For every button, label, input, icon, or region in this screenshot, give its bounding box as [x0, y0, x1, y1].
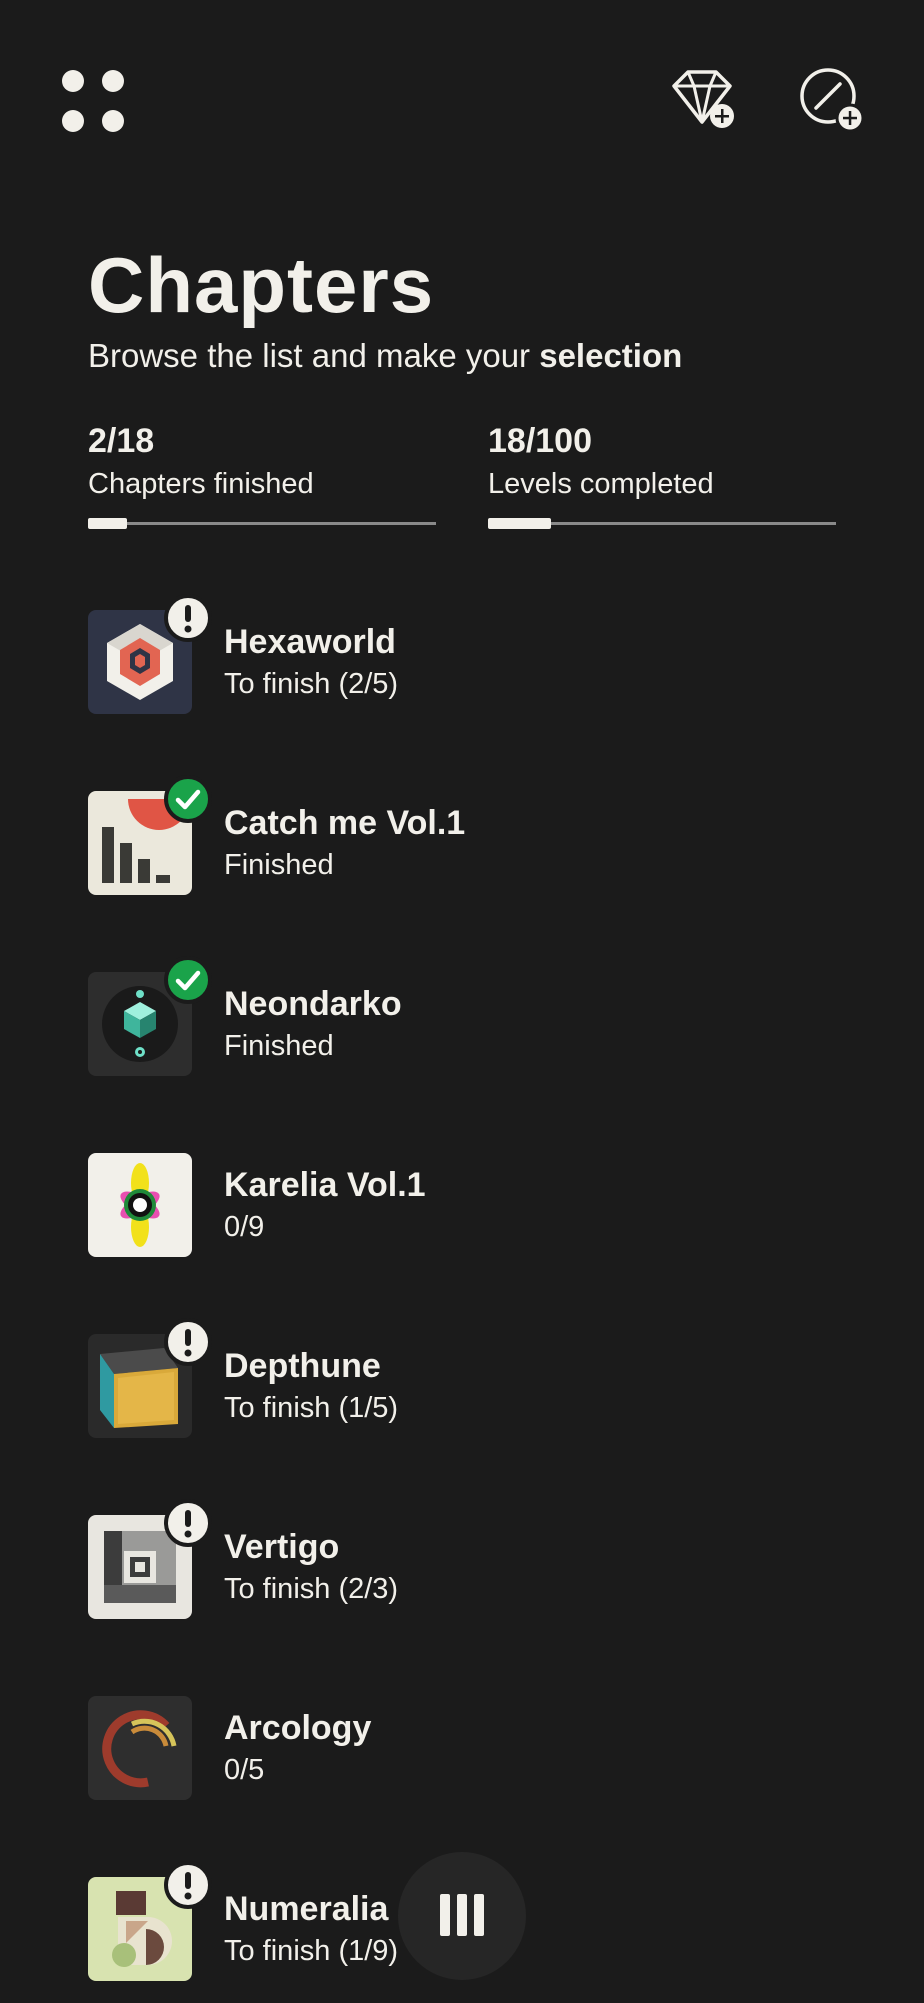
chapter-status: Finished — [224, 1030, 334, 1062]
attention-badge-icon — [164, 1861, 212, 1909]
compass-plus-icon — [800, 68, 865, 133]
page-title: Chapters — [88, 241, 435, 329]
menu-grid-button[interactable] — [56, 64, 130, 138]
levels-completed-stat: 18/100 Levels completed — [488, 420, 836, 529]
chapter-row-catch-me[interactable]: Catch me Vol.1 Finished — [0, 757, 924, 917]
arcs-icon — [88, 1696, 192, 1800]
chapter-name: Catch me Vol.1 — [224, 804, 466, 842]
levels-completed-label: Levels completed — [488, 468, 714, 500]
subtitle-emphasis: selection — [539, 337, 683, 374]
chapters-finished-value: 2/18 — [88, 422, 155, 460]
page-header: Chapters Browse the list and make your s… — [88, 240, 888, 378]
completed-check-icon — [164, 775, 212, 823]
menu-dot — [102, 70, 124, 92]
pause-bar — [440, 1894, 450, 1936]
top-bar — [0, 0, 924, 200]
chapter-name: Numeralia — [224, 1890, 389, 1928]
chapter-name: Karelia Vol.1 — [224, 1166, 426, 1204]
chapter-status: To finish (1/9) — [224, 1935, 399, 1967]
chapters-progress-fill — [88, 518, 127, 529]
pause-button[interactable] — [398, 1852, 526, 1980]
attention-badge-icon — [164, 1318, 212, 1366]
pause-bar — [457, 1894, 467, 1936]
chapter-status: To finish (2/5) — [224, 668, 399, 700]
chapter-name: Arcology — [224, 1709, 372, 1747]
menu-dot — [62, 110, 84, 132]
completed-check-icon — [164, 956, 212, 1004]
chapter-row-karelia[interactable]: Karelia Vol.1 0/9 — [0, 1119, 924, 1279]
flower-icon — [88, 1153, 192, 1257]
chapter-name: Vertigo — [224, 1528, 340, 1566]
chapter-row-hexaworld[interactable]: Hexaworld To finish (2/5) — [0, 576, 924, 736]
menu-dot — [62, 70, 84, 92]
chapters-finished-stat: 2/18 Chapters finished — [88, 420, 436, 529]
menu-dot — [102, 110, 124, 132]
page-subtitle: Browse the list and make your selection — [88, 334, 888, 378]
chapter-name: Neondarko — [224, 985, 402, 1023]
chapters-finished-label: Chapters finished — [88, 468, 314, 500]
chapter-status: To finish (1/5) — [224, 1392, 399, 1424]
chapter-row-depthune[interactable]: Depthune To finish (1/5) — [0, 1300, 924, 1460]
chapter-name: Hexaworld — [224, 623, 396, 661]
add-gems-button[interactable] — [666, 64, 738, 136]
subtitle-text: Browse the list and make your — [88, 337, 540, 374]
levels-progress-fill — [488, 518, 551, 529]
chapter-status: 0/9 — [224, 1211, 265, 1243]
chapter-row-arcology[interactable]: Arcology 0/5 — [0, 1662, 924, 1822]
levels-completed-value: 18/100 — [488, 422, 592, 460]
chapter-row-vertigo[interactable]: Vertigo To finish (2/3) — [0, 1481, 924, 1641]
add-hint-button[interactable] — [796, 64, 868, 136]
chapter-status: To finish (2/3) — [224, 1573, 399, 1605]
diamond-plus-icon — [672, 70, 734, 128]
chapter-status: 0/5 — [224, 1754, 265, 1786]
attention-badge-icon — [164, 1499, 212, 1547]
attention-badge-icon — [164, 594, 212, 642]
chapter-status: Finished — [224, 849, 334, 881]
chapters-progress-track — [88, 522, 436, 525]
chapter-row-neondarko[interactable]: Neondarko Finished — [0, 938, 924, 1098]
pause-bar — [474, 1894, 484, 1936]
chapter-name: Depthune — [224, 1347, 381, 1385]
